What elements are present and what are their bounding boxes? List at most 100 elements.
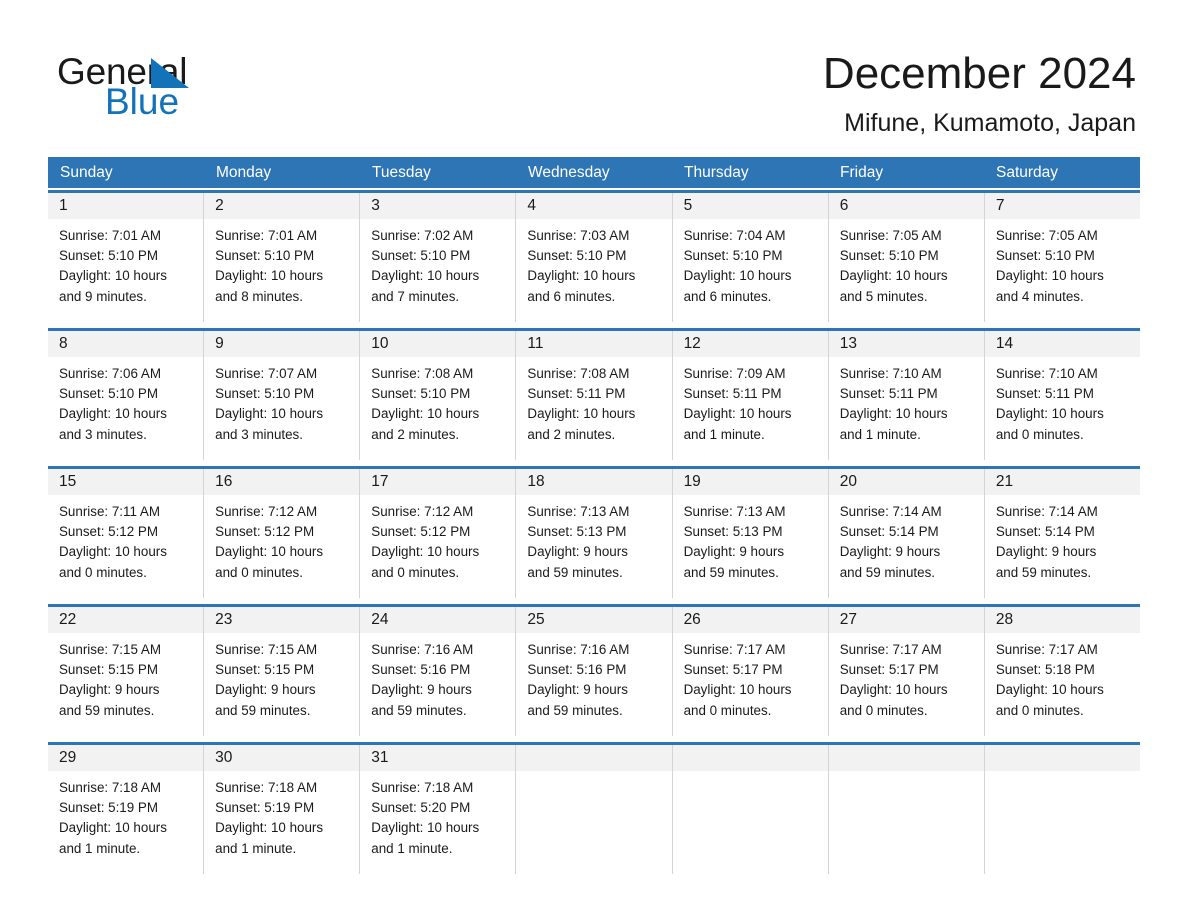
sunset-text: Sunset: 5:10 PM bbox=[59, 248, 158, 264]
sunrise-text: Sunrise: 7:04 AM bbox=[683, 228, 786, 243]
day-number: 1 bbox=[59, 197, 68, 214]
calendar-day-cell[interactable]: 2 Sunrise: 7:01 AM Sunset: 5:10 PM Daylight… bbox=[204, 193, 361, 322]
day-number-band bbox=[516, 745, 672, 771]
daylight-text-line2: and 59 minutes. bbox=[371, 702, 467, 718]
day-number: 8 bbox=[59, 335, 68, 352]
daylight-text-line2: and 59 minutes. bbox=[527, 702, 623, 718]
day-number-band: 20 bbox=[828, 469, 984, 495]
day-number-band: 26 bbox=[672, 607, 828, 633]
daylight-text-line2: and 59 minutes. bbox=[683, 564, 779, 580]
calendar-week-row: 22 Sunrise: 7:15 AM Sunset: 5:15 PM Dayligh… bbox=[48, 604, 1140, 736]
day-number-band bbox=[672, 745, 828, 771]
daylight-text-line1: Daylight: 10 hours bbox=[995, 406, 1104, 422]
daylight-text-line2: and 1 minute. bbox=[59, 840, 141, 856]
day-number-band: 25 bbox=[516, 607, 672, 633]
sunrise-text: Sunrise: 7:10 AM bbox=[995, 366, 1098, 381]
sunrise-text: Sunrise: 7:12 AM bbox=[371, 504, 474, 519]
sunset-text: Sunset: 5:10 PM bbox=[683, 248, 783, 264]
calendar-day-cell[interactable]: 12 Sunrise: 7:09 AM Sunset: 5:11 PM Dayligh… bbox=[672, 331, 829, 460]
sunset-text: Sunset: 5:16 PM bbox=[527, 662, 627, 678]
day-number: 6 bbox=[839, 197, 849, 214]
sunrise-text: Sunrise: 7:18 AM bbox=[371, 780, 474, 795]
calendar-day-cell[interactable]: 11 Sunrise: 7:08 AM Sunset: 5:11 PM Dayligh… bbox=[516, 331, 673, 460]
calendar-day-cell[interactable]: 6 Sunrise: 7:05 AM Sunset: 5:10 PM Daylight… bbox=[828, 193, 985, 322]
daylight-text-line1: Daylight: 10 hours bbox=[527, 268, 636, 284]
sunset-text: Sunset: 5:11 PM bbox=[839, 386, 938, 402]
day-number: 4 bbox=[527, 197, 537, 214]
day-number: 26 bbox=[683, 611, 701, 628]
calendar-page: General Blue December 2024 Mifune, Kumam… bbox=[0, 0, 1188, 918]
calendar-day-cell[interactable]: 23 Sunrise: 7:15 AM Sunset: 5:15 PM Dayligh… bbox=[204, 607, 361, 736]
calendar-day-cell[interactable]: 1 Sunrise: 7:01 AM Sunset: 5:10 PM Daylight… bbox=[48, 193, 205, 322]
daylight-text-line2: and 3 minutes. bbox=[215, 426, 303, 442]
general-blue-logo: General Blue bbox=[57, 52, 317, 122]
calendar-day-cell[interactable]: 21 Sunrise: 7:14 AM Sunset: 5:14 PM Dayligh… bbox=[984, 469, 1140, 598]
day-number-band: 4 bbox=[516, 193, 672, 219]
calendar-day-cell[interactable]: 24 Sunrise: 7:16 AM Sunset: 5:16 PM Dayligh… bbox=[360, 607, 517, 736]
sunrise-text: Sunrise: 7:05 AM bbox=[839, 228, 942, 243]
calendar-day-cell[interactable]: 4 Sunrise: 7:03 AM Sunset: 5:10 PM Daylight… bbox=[516, 193, 673, 322]
daylight-text-line2: and 9 minutes. bbox=[59, 288, 147, 304]
calendar-day-cell[interactable]: 9 Sunrise: 7:07 AM Sunset: 5:10 PM Daylight… bbox=[204, 331, 361, 460]
calendar-day-cell[interactable]: 22 Sunrise: 7:15 AM Sunset: 5:15 PM Dayligh… bbox=[48, 607, 205, 736]
day-details: Sunrise: 7:17 AM Sunset: 5:17 PM Daylight:… bbox=[673, 633, 828, 721]
day-number: 7 bbox=[995, 197, 1005, 214]
daylight-text-line1: Daylight: 9 hours bbox=[59, 682, 160, 698]
calendar-day-cell[interactable]: 31 Sunrise: 7:18 AM Sunset: 5:20 PM Dayligh… bbox=[360, 745, 517, 874]
calendar-day-cell[interactable]: 19 Sunrise: 7:13 AM Sunset: 5:13 PM Dayligh… bbox=[672, 469, 829, 598]
day-number-band: 9 bbox=[204, 331, 360, 357]
sunrise-text: Sunrise: 7:17 AM bbox=[995, 642, 1098, 657]
day-details: Sunrise: 7:04 AM Sunset: 5:10 PM Daylight:… bbox=[673, 219, 828, 307]
daylight-text-line2: and 0 minutes. bbox=[839, 702, 928, 718]
day-number: 13 bbox=[839, 335, 857, 352]
day-number-band: 30 bbox=[204, 745, 360, 771]
sunrise-text: Sunrise: 7:18 AM bbox=[59, 780, 161, 795]
day-details: Sunrise: 7:18 AM Sunset: 5:20 PM Daylight:… bbox=[360, 771, 515, 859]
calendar-day-cell[interactable]: 7 Sunrise: 7:05 AM Sunset: 5:10 PM Daylight… bbox=[984, 193, 1140, 322]
day-number: 15 bbox=[59, 473, 77, 490]
day-details: Sunrise: 7:14 AM Sunset: 5:14 PM Daylight:… bbox=[985, 495, 1140, 583]
calendar-day-cell[interactable]: 3 Sunrise: 7:02 AM Sunset: 5:10 PM Daylight… bbox=[360, 193, 517, 322]
day-details: Sunrise: 7:01 AM Sunset: 5:10 PM Daylight:… bbox=[48, 219, 203, 307]
daylight-text-line1: Daylight: 10 hours bbox=[59, 268, 167, 284]
calendar-day-cell[interactable]: 28 Sunrise: 7:17 AM Sunset: 5:18 PM Dayligh… bbox=[984, 607, 1140, 736]
day-details bbox=[516, 771, 671, 778]
day-details: Sunrise: 7:09 AM Sunset: 5:11 PM Daylight:… bbox=[673, 357, 828, 445]
sunrise-text: Sunrise: 7:17 AM bbox=[683, 642, 786, 657]
daylight-text-line2: and 1 minute. bbox=[371, 840, 453, 856]
calendar-day-cell[interactable]: 26 Sunrise: 7:17 AM Sunset: 5:17 PM Dayligh… bbox=[672, 607, 829, 736]
day-number: 12 bbox=[683, 335, 701, 352]
calendar-day-cell[interactable]: 16 Sunrise: 7:12 AM Sunset: 5:12 PM Dayligh… bbox=[204, 469, 361, 598]
day-details bbox=[673, 771, 828, 778]
daylight-text-line1: Daylight: 10 hours bbox=[839, 268, 948, 284]
calendar-day-cell[interactable]: 27 Sunrise: 7:17 AM Sunset: 5:17 PM Dayligh… bbox=[828, 607, 985, 736]
sunrise-text: Sunrise: 7:10 AM bbox=[839, 366, 942, 381]
day-number: 22 bbox=[59, 611, 77, 628]
day-details: Sunrise: 7:17 AM Sunset: 5:18 PM Daylight:… bbox=[985, 633, 1140, 721]
calendar-day-cell[interactable]: 17 Sunrise: 7:12 AM Sunset: 5:12 PM Dayligh… bbox=[360, 469, 517, 598]
sunrise-text: Sunrise: 7:18 AM bbox=[215, 780, 318, 795]
day-number-band: 15 bbox=[48, 469, 204, 495]
calendar-day-cell[interactable]: 8 Sunrise: 7:06 AM Sunset: 5:10 PM Daylight… bbox=[48, 331, 205, 460]
sunset-text: Sunset: 5:10 PM bbox=[215, 386, 315, 402]
calendar-day-cell[interactable]: 14 Sunrise: 7:10 AM Sunset: 5:11 PM Dayligh… bbox=[984, 331, 1140, 460]
calendar-day-cell[interactable]: 20 Sunrise: 7:14 AM Sunset: 5:14 PM Dayligh… bbox=[828, 469, 985, 598]
day-details: Sunrise: 7:05 AM Sunset: 5:10 PM Daylight:… bbox=[985, 219, 1140, 307]
day-number-band: 16 bbox=[204, 469, 360, 495]
calendar-day-cell[interactable]: 10 Sunrise: 7:08 AM Sunset: 5:10 PM Dayligh… bbox=[360, 331, 517, 460]
calendar-day-cell[interactable]: 29 Sunrise: 7:18 AM Sunset: 5:19 PM Dayligh… bbox=[48, 745, 205, 874]
daylight-text-line2: and 0 minutes. bbox=[683, 702, 772, 718]
day-details: Sunrise: 7:13 AM Sunset: 5:13 PM Daylight:… bbox=[673, 495, 828, 583]
day-number-band: 7 bbox=[984, 193, 1140, 219]
day-number: 9 bbox=[215, 335, 224, 352]
calendar-day-cell[interactable]: 5 Sunrise: 7:04 AM Sunset: 5:10 PM Daylight… bbox=[672, 193, 829, 322]
calendar-day-cell[interactable]: 30 Sunrise: 7:18 AM Sunset: 5:19 PM Dayligh… bbox=[204, 745, 361, 874]
calendar-day-cell[interactable]: 25 Sunrise: 7:16 AM Sunset: 5:16 PM Dayligh… bbox=[516, 607, 673, 736]
day-number: 2 bbox=[215, 197, 224, 214]
calendar-day-cell[interactable]: 18 Sunrise: 7:13 AM Sunset: 5:13 PM Dayligh… bbox=[516, 469, 673, 598]
calendar-weeks: 1 Sunrise: 7:01 AM Sunset: 5:10 PM Daylight… bbox=[48, 190, 1140, 874]
day-details: Sunrise: 7:10 AM Sunset: 5:11 PM Daylight:… bbox=[829, 357, 984, 445]
daylight-text-line1: Daylight: 10 hours bbox=[839, 682, 948, 698]
calendar-day-cell[interactable]: 15 Sunrise: 7:11 AM Sunset: 5:12 PM Dayligh… bbox=[48, 469, 205, 598]
calendar-day-cell[interactable]: 13 Sunrise: 7:10 AM Sunset: 5:11 PM Dayligh… bbox=[828, 331, 985, 460]
